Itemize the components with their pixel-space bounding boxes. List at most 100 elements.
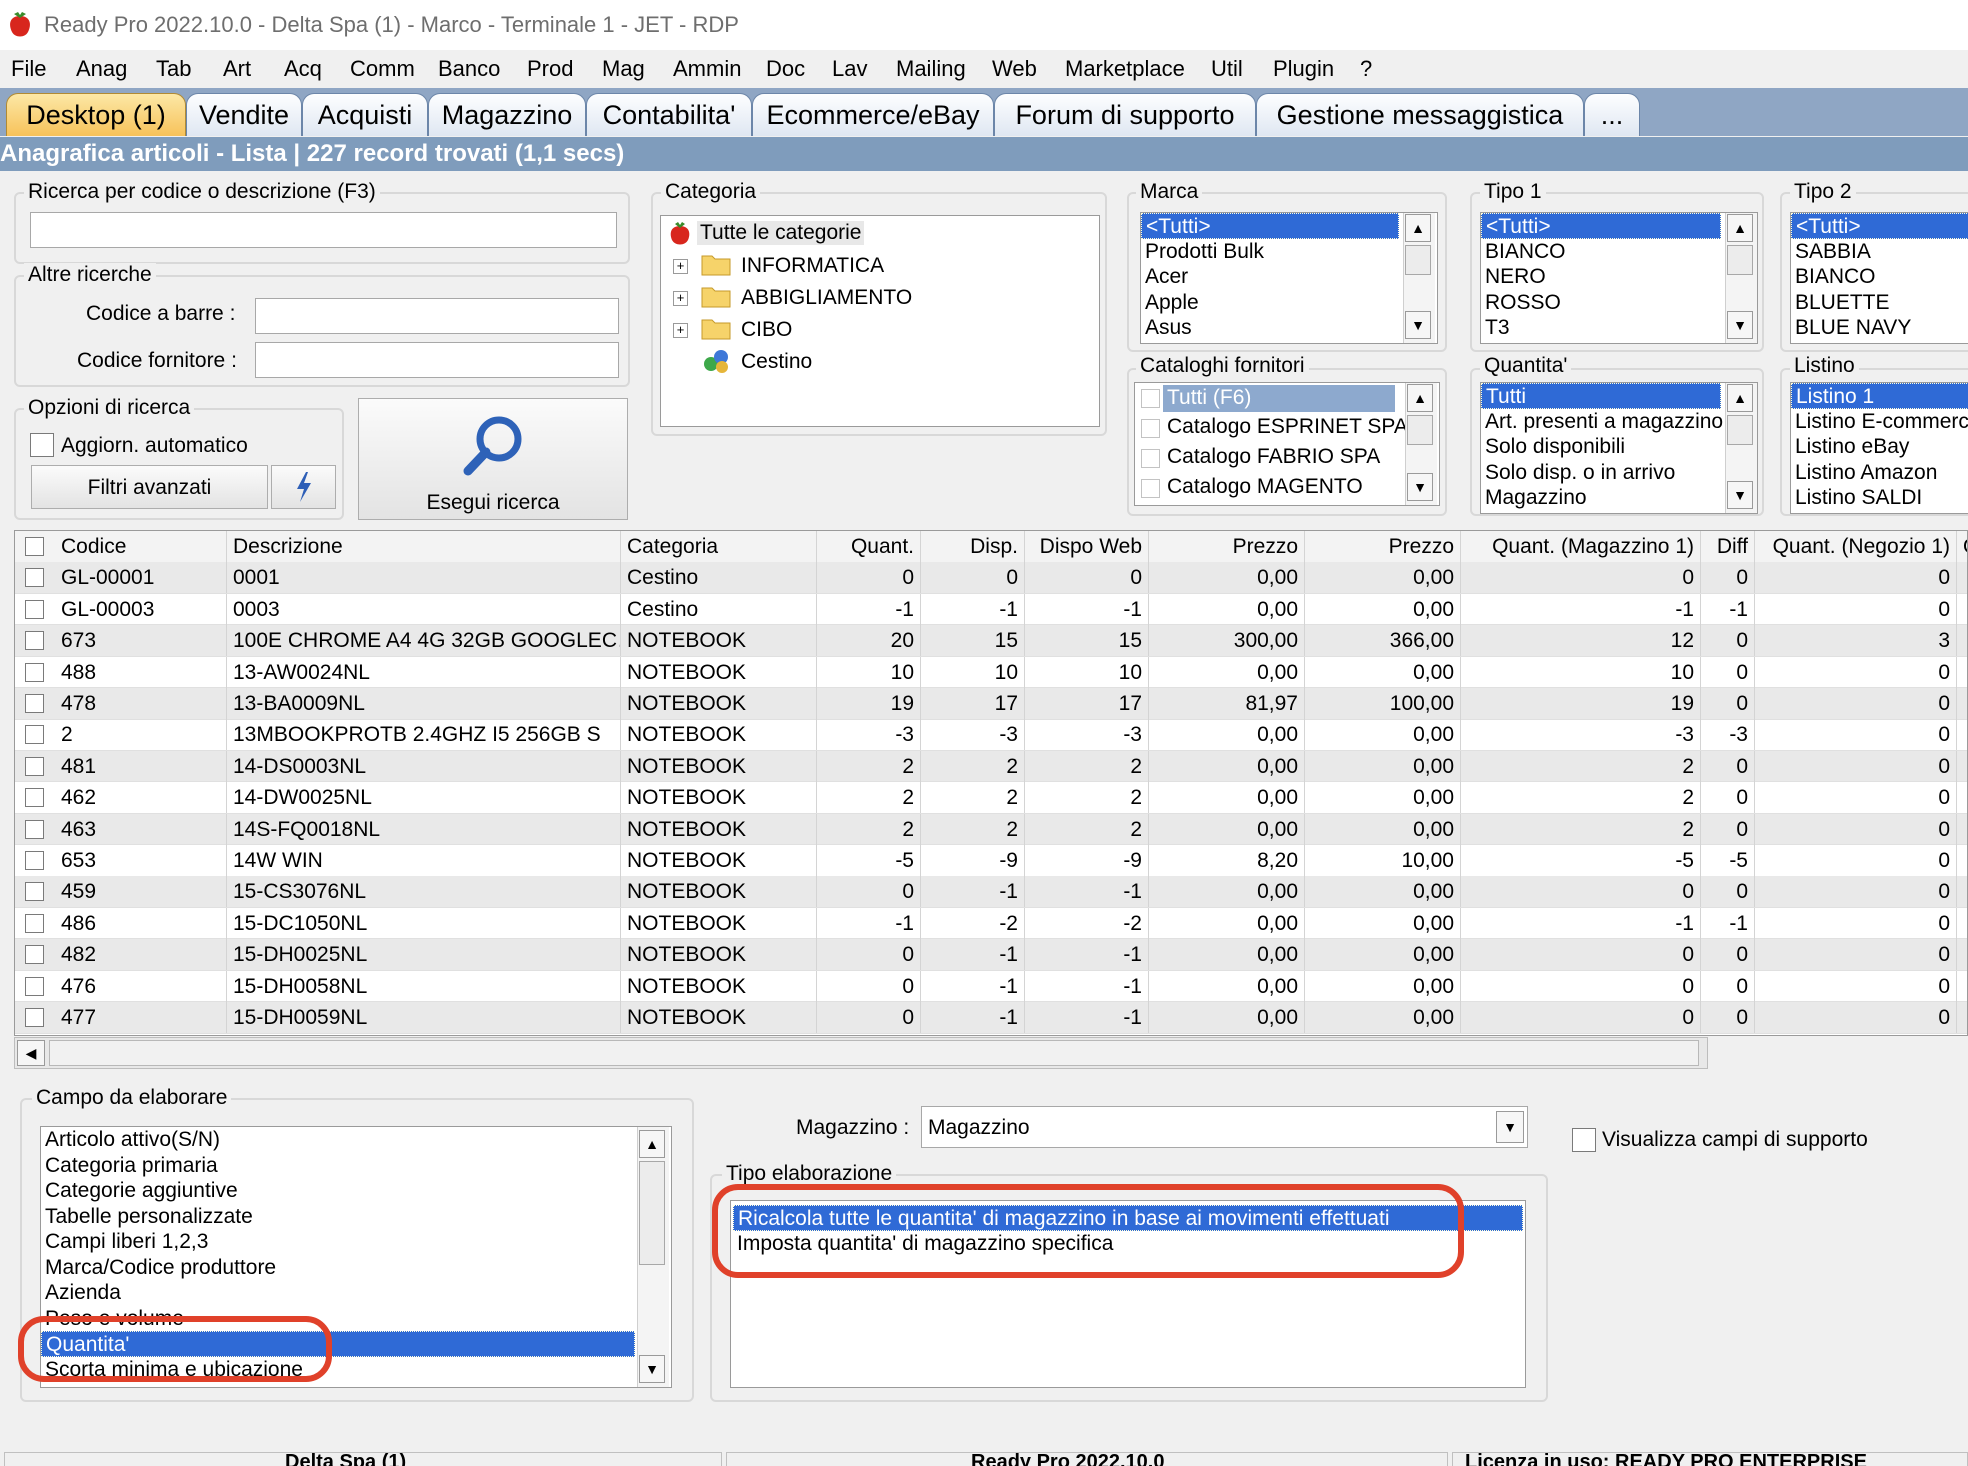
select-all-checkbox[interactable] xyxy=(25,537,44,556)
scroll-thumb[interactable] xyxy=(1405,245,1431,275)
column-header-q[interactable]: Q xyxy=(1957,531,1967,562)
row-checkbox[interactable] xyxy=(25,819,44,839)
list-item[interactable]: BLUETTE xyxy=(1791,290,1968,316)
scrollbar[interactable]: ▲ ▼ xyxy=(637,1127,669,1387)
list-item[interactable]: Prodotti Bulk xyxy=(1141,239,1437,265)
tab-vendite[interactable]: Vendite xyxy=(186,93,302,136)
expand-icon[interactable]: + xyxy=(673,291,688,306)
table-row[interactable]: 476 15-DH0058NL NOTEBOOK 0 -1 -1 0,00 0,00 0 0 0 xyxy=(15,970,1967,1003)
tab-contabilita[interactable]: Contabilita' xyxy=(586,93,752,136)
table-row[interactable]: 482 15-DH0025NL NOTEBOOK 0 -1 -1 0,00 0,00 0 0 0 xyxy=(15,939,1967,971)
menu-mag[interactable]: Mag xyxy=(602,56,645,82)
row-checkbox[interactable] xyxy=(25,976,44,996)
table-row[interactable]: 673 100E CHROME A4 4G 32GB GOOGLEC… NOTEBO… xyxy=(15,625,1967,657)
column-header-quant-magazzino1[interactable]: Quant. (Magazzino 1) xyxy=(1461,531,1701,562)
row-checkbox[interactable] xyxy=(25,568,44,588)
menu-doc[interactable]: Doc xyxy=(766,56,805,82)
brand-list[interactable]: <Tutti> Prodotti Bulk Acer Apple Asus ▲ … xyxy=(1140,212,1438,344)
chevron-down-icon[interactable]: ▼ xyxy=(1496,1111,1524,1143)
catalog-checkbox[interactable] xyxy=(1141,419,1160,438)
tree-node-cibo[interactable]: CIBO xyxy=(741,318,792,342)
column-header-categoria[interactable]: Categoria xyxy=(621,531,817,562)
row-checkbox[interactable] xyxy=(25,945,44,965)
row-checkbox[interactable] xyxy=(25,882,44,902)
table-row[interactable]: 488 13-AW0024NL NOTEBOOK 10 10 10 0,00 0,00 10 0 0 xyxy=(15,656,1967,689)
scroll-thumb[interactable] xyxy=(1727,415,1753,445)
field-list-item[interactable]: Campi liberi 1,2,3 xyxy=(41,1229,635,1255)
menu-util[interactable]: Util xyxy=(1211,56,1243,82)
menu-lav[interactable]: Lav xyxy=(832,56,867,82)
column-header-dispo-web[interactable]: Dispo Web xyxy=(1025,531,1149,562)
list-item[interactable]: Acer xyxy=(1141,264,1437,290)
tree-node-abbigliamento[interactable]: ABBIGLIAMENTO xyxy=(741,286,912,310)
quantity-list[interactable]: Tutti Art. presenti a magazzino Solo dis… xyxy=(1480,382,1758,514)
supplier-code-input[interactable] xyxy=(255,342,619,378)
menu-acq[interactable]: Acq xyxy=(284,56,322,82)
scroll-thumb[interactable] xyxy=(1407,415,1433,445)
lightning-button[interactable] xyxy=(271,465,336,509)
table-row[interactable]: 478 13-BA0009NL NOTEBOOK 19 17 17 81,97 100,00 1… xyxy=(15,688,1967,720)
menu-banco[interactable]: Banco xyxy=(438,56,500,82)
scroll-thumb[interactable] xyxy=(639,1161,665,1265)
list-item[interactable]: Listino E-commerce xyxy=(1791,409,1968,435)
catalogs-list[interactable]: Tutti (F6) Catalogo ESPRINET SPA Catalog… xyxy=(1134,382,1440,506)
field-list-item[interactable]: Marca/Codice produttore xyxy=(41,1255,635,1281)
horizontal-scrollbar[interactable]: ◀ xyxy=(14,1037,1708,1069)
row-checkbox[interactable] xyxy=(25,694,44,713)
tab-more[interactable]: ... xyxy=(1584,93,1640,136)
expand-icon[interactable]: + xyxy=(673,323,688,338)
list-item[interactable]: <Tutti> xyxy=(1141,213,1399,239)
catalog-checkbox[interactable] xyxy=(1141,449,1160,468)
list-item[interactable]: Tutti xyxy=(1481,383,1721,409)
articles-table[interactable]: Codice Descrizione Categoria Quant. Disp. Dis… xyxy=(14,530,1968,1036)
row-checkbox[interactable] xyxy=(25,662,44,682)
search-input[interactable] xyxy=(30,212,617,248)
table-row[interactable]: 462 14-DW0025NL NOTEBOOK 2 2 2 0,00 0,00 2 0 0 xyxy=(15,782,1967,814)
catalog-item-all[interactable]: Tutti (F6) xyxy=(1163,385,1395,412)
column-header-descrizione[interactable]: Descrizione xyxy=(227,531,621,562)
category-tree[interactable]: Tutte le categorie + INFORMATICA + ABBIG… xyxy=(660,215,1100,427)
tree-node-informatica[interactable]: INFORMATICA xyxy=(741,254,884,278)
column-header-diff[interactable]: Diff xyxy=(1701,531,1755,562)
tree-root-label[interactable]: Tutte le categorie xyxy=(697,221,865,245)
row-checkbox[interactable] xyxy=(25,599,44,619)
table-row[interactable]: 486 15-DC1050NL NOTEBOOK -1 -2 -2 0,00 0,00 -1 -1… xyxy=(15,907,1967,940)
field-list-item[interactable]: Azienda xyxy=(41,1280,635,1306)
menu-help[interactable]: ? xyxy=(1360,56,1372,82)
list-item[interactable]: Listino 1 xyxy=(1791,383,1968,409)
tab-ecommerce[interactable]: Ecommerce/eBay xyxy=(752,93,994,136)
column-header-disp[interactable]: Disp. xyxy=(921,531,1025,562)
table-row[interactable]: 477 15-DH0059NL NOTEBOOK 0 -1 -1 0,00 0,00 0 0 0 xyxy=(15,1002,1967,1034)
scroll-up-icon[interactable]: ▲ xyxy=(1727,214,1753,242)
column-header-prezzo2[interactable]: Prezzo xyxy=(1305,531,1461,562)
table-row[interactable]: 2 13MBOOKPROTB 2.4GHZ I5 256GB S NOTEBOOK -… xyxy=(15,719,1967,751)
scroll-up-icon[interactable]: ▲ xyxy=(1405,214,1431,242)
tab-acquisti[interactable]: Acquisti xyxy=(302,93,428,136)
list-item[interactable]: SABBIA xyxy=(1791,239,1968,265)
menu-anag[interactable]: Anag xyxy=(76,56,127,82)
menu-mailing[interactable]: Mailing xyxy=(896,56,966,82)
list-item[interactable]: Asus xyxy=(1141,315,1437,341)
list-item[interactable]: NERO xyxy=(1481,264,1757,290)
list-item[interactable]: ROSSO xyxy=(1481,290,1757,316)
row-checkbox[interactable] xyxy=(25,756,44,776)
list-item[interactable]: Listino Amazon xyxy=(1791,460,1968,486)
field-list-item[interactable]: Tabelle personalizzate xyxy=(41,1204,635,1230)
scroll-thumb[interactable] xyxy=(1727,245,1753,275)
list-item[interactable]: Art. presenti a magazzino xyxy=(1481,409,1757,435)
column-header-quant-negozio1[interactable]: Quant. (Negozio 1) xyxy=(1755,531,1957,562)
table-row[interactable]: 653 14W WIN NOTEBOOK -5 -9 -9 8,20 10,00 -5 -5 0 xyxy=(15,845,1967,877)
pricelist-list[interactable]: Listino 1 Listino E-commerce Listino eBa… xyxy=(1790,382,1968,514)
list-item[interactable]: Listino SALDI xyxy=(1791,485,1968,511)
barcode-input[interactable] xyxy=(255,298,619,334)
tab-forum[interactable]: Forum di supporto xyxy=(994,93,1256,136)
scroll-down-icon[interactable]: ▼ xyxy=(639,1355,665,1383)
scroll-up-icon[interactable]: ▲ xyxy=(639,1130,665,1158)
list-item[interactable]: Solo disponibili xyxy=(1481,434,1757,460)
scroll-down-icon[interactable]: ▼ xyxy=(1727,311,1753,339)
scrollbar[interactable]: ▲ ▼ xyxy=(1405,383,1437,505)
list-item[interactable]: Listino eBay xyxy=(1791,434,1968,460)
row-checkbox[interactable] xyxy=(25,725,44,745)
list-item[interactable]: <Tutti> xyxy=(1791,213,1968,239)
field-list-item[interactable]: Categoria primaria xyxy=(41,1153,635,1179)
